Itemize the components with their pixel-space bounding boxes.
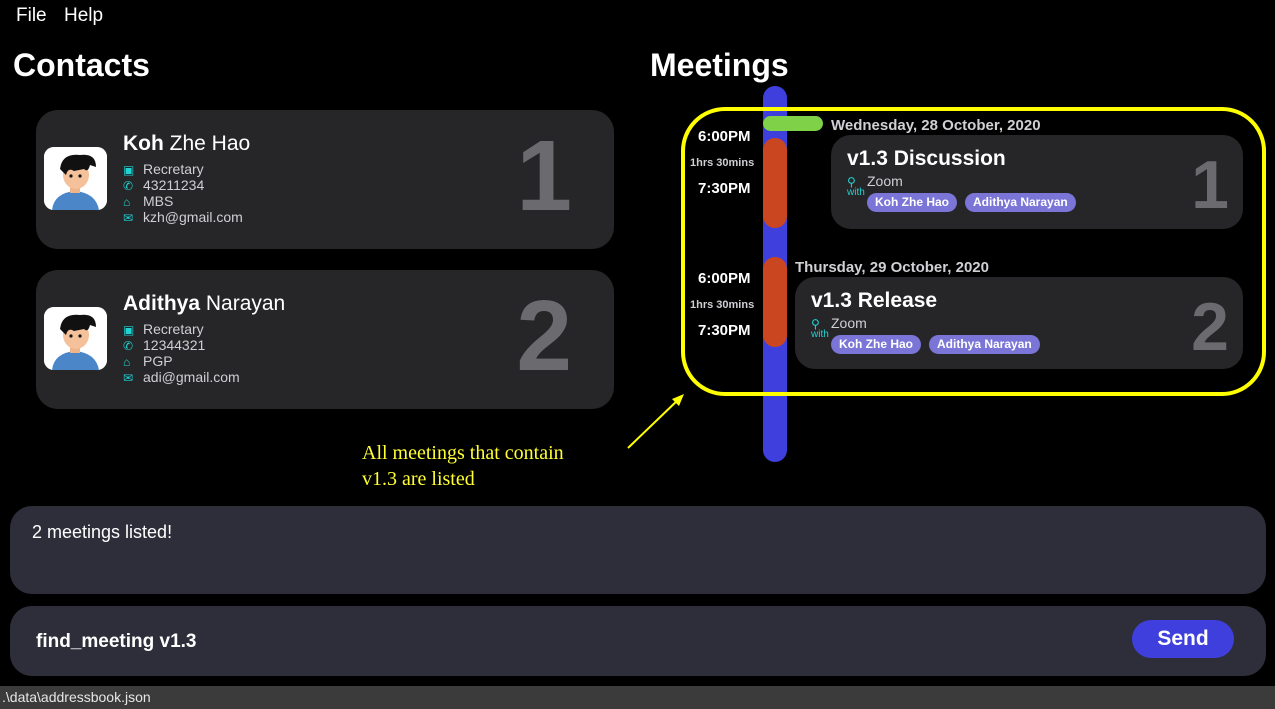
annotation-line: All meetings that contain bbox=[362, 442, 564, 464]
menu-help[interactable]: Help bbox=[64, 5, 103, 27]
result-display: 2 meetings listed! bbox=[10, 506, 1266, 594]
status-file-path: .\data\addressbook.json bbox=[2, 689, 151, 705]
home-icon: ⌂ bbox=[123, 355, 131, 369]
contact-name: Adithya Narayan bbox=[123, 292, 285, 316]
contact-phone: ✆ 12344321 bbox=[123, 337, 205, 353]
contact-card[interactable]: Adithya Narayan ▣ Recretary ✆ 12344321 ⌂ PG… bbox=[36, 270, 614, 409]
contact-phone-text: 12344321 bbox=[143, 337, 206, 353]
highlight-outline bbox=[681, 107, 1266, 396]
contact-email-text: adi@gmail.com bbox=[143, 369, 240, 385]
menu-file[interactable]: File bbox=[16, 5, 47, 27]
annotation-arrow bbox=[627, 394, 684, 449]
command-box: Send bbox=[10, 606, 1266, 676]
contact-first-name: Koh bbox=[123, 132, 164, 155]
contact-address: ⌂ PGP bbox=[123, 353, 173, 369]
phone-icon: ✆ bbox=[123, 179, 134, 193]
annotation-text: All meetings that contain v1.3 are liste… bbox=[362, 440, 564, 492]
send-button[interactable]: Send bbox=[1132, 620, 1234, 658]
command-input[interactable] bbox=[34, 626, 938, 658]
contact-address-text: PGP bbox=[143, 353, 173, 369]
contact-email-text: kzh@gmail.com bbox=[143, 209, 243, 225]
phone-icon: ✆ bbox=[123, 339, 134, 353]
briefcase-icon: ▣ bbox=[123, 163, 135, 177]
contact-name: Koh Zhe Hao bbox=[123, 132, 250, 156]
contact-company: ▣ Recretary bbox=[123, 161, 204, 177]
contact-phone: ✆ 43211234 bbox=[123, 177, 204, 193]
status-bar: .\data\addressbook.json bbox=[0, 686, 1275, 709]
contact-company-text: Recretary bbox=[143, 161, 204, 177]
contacts-title: Contacts bbox=[13, 47, 150, 83]
contact-company: ▣ Recretary bbox=[123, 321, 204, 337]
contact-address: ⌂ MBS bbox=[123, 193, 173, 209]
contact-company-text: Recretary bbox=[143, 321, 204, 337]
contact-index: 1 bbox=[516, 120, 572, 232]
contact-address-text: MBS bbox=[143, 193, 174, 209]
briefcase-icon: ▣ bbox=[123, 323, 135, 337]
contact-email: ✉ adi@gmail.com bbox=[123, 369, 240, 385]
annotation-line: v1.3 are listed bbox=[362, 468, 475, 490]
result-text: 2 meetings listed! bbox=[32, 522, 173, 542]
avatar bbox=[44, 307, 107, 370]
contact-last-name: Zhe Hao bbox=[163, 132, 251, 155]
mail-icon: ✉ bbox=[123, 211, 134, 225]
contact-card[interactable]: Koh Zhe Hao ▣ Recretary ✆ 43211234 ⌂ MBS ✉ k… bbox=[36, 110, 614, 249]
contact-last-name: Narayan bbox=[200, 292, 286, 315]
contact-index: 2 bbox=[516, 280, 572, 392]
home-icon: ⌂ bbox=[123, 195, 131, 209]
contact-email: ✉ kzh@gmail.com bbox=[123, 209, 243, 225]
mail-icon: ✉ bbox=[123, 371, 134, 385]
meetings-title: Meetings bbox=[650, 47, 789, 83]
contact-first-name: Adithya bbox=[123, 292, 201, 315]
contact-phone-text: 43211234 bbox=[143, 177, 205, 193]
avatar bbox=[44, 147, 107, 210]
